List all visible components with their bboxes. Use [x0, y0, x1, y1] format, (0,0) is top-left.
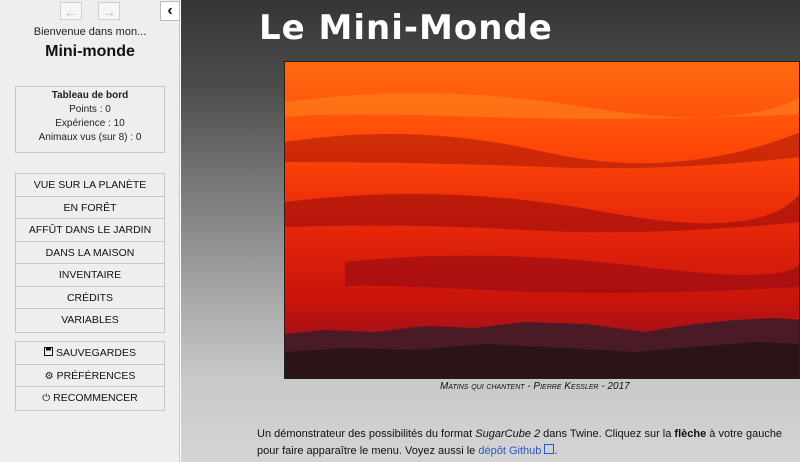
restart-label: RECOMMENCER	[53, 392, 138, 404]
dashboard-title: Tableau de bord	[51, 90, 129, 101]
dashboard-panel: Tableau de bord Points : 0 Expérience : …	[15, 86, 165, 153]
menu-item-variables[interactable]: VARIABLES	[16, 309, 164, 332]
arrow-left-icon: ←	[64, 4, 78, 20]
points-stat: Points : 0	[69, 104, 111, 115]
menu-item-planete[interactable]: VUE SUR LA PLANÈTE	[16, 174, 164, 197]
menu-item-inventaire[interactable]: INVENTAIRE	[16, 264, 164, 287]
core-menu: SAUVEGARDES ⚙ PRÉFÉRENCES ⏻ RECOMMENCER	[15, 341, 165, 411]
settings-label: PRÉFÉRENCES	[56, 369, 136, 382]
history-controls: ← →	[60, 2, 120, 20]
history-backward-button[interactable]: ←	[60, 2, 82, 20]
gear-icon: ⚙	[44, 370, 54, 382]
intro-format: SugarCube 2	[475, 428, 541, 440]
saves-label: SAUVEGARDES	[56, 347, 136, 359]
sunset-photo	[284, 61, 800, 379]
saves-button[interactable]: SAUVEGARDES	[16, 342, 164, 365]
intro-text-end: .	[554, 445, 558, 457]
intro-text-1: Un démonstrateur des possibilités du for…	[257, 428, 476, 440]
story-subtitle: Bienvenue dans mon...	[33, 26, 147, 38]
github-link[interactable]: dépôt Github	[478, 444, 555, 457]
history-forward-button[interactable]: →	[98, 2, 120, 20]
external-link-icon	[544, 444, 555, 454]
menu-item-foret[interactable]: EN FORÊT	[16, 196, 164, 219]
menu-item-credits[interactable]: CRÉDITS	[16, 286, 164, 309]
experience-stat: Expérience : 10	[55, 118, 125, 129]
photo-caption: Matins qui chantent - Pierre Kessler - 2…	[440, 381, 630, 392]
intro-paragraph: Un démonstrateur des possibilités du for…	[257, 426, 797, 460]
menu-item-jardin[interactable]: AFFÛT DANS LE JARDIN	[16, 219, 164, 242]
story-title: Mini-monde	[45, 43, 135, 60]
settings-button[interactable]: ⚙ PRÉFÉRENCES	[16, 364, 164, 387]
power-icon: ⏻	[42, 393, 51, 404]
animals-stat: Animaux vus (sur 8) : 0	[38, 132, 142, 143]
github-link-label: dépôt Github	[478, 445, 542, 457]
menu-item-maison[interactable]: DANS LA MAISON	[16, 241, 164, 264]
story-menu: VUE SUR LA PLANÈTE EN FORÊT AFFÛT DANS L…	[15, 173, 165, 333]
restart-button[interactable]: ⏻ RECOMMENCER	[16, 387, 164, 410]
intro-bold: flèche	[674, 428, 707, 440]
arrow-right-icon: →	[102, 4, 116, 20]
passage-heading: Le Mini-Monde	[259, 8, 553, 48]
passage-area: Le Mini-Monde Matins qui chantent - Pier…	[181, 0, 800, 462]
chevron-left-icon: ‹	[167, 2, 173, 19]
ui-bar-toggle-button[interactable]: ‹	[160, 1, 180, 21]
floppy-disk-icon	[44, 343, 54, 365]
intro-text-2: dans Twine. Cliquez sur la	[540, 428, 675, 440]
ui-bar: ← → ‹ Bienvenue dans mon... Mini-monde T…	[0, 0, 180, 462]
